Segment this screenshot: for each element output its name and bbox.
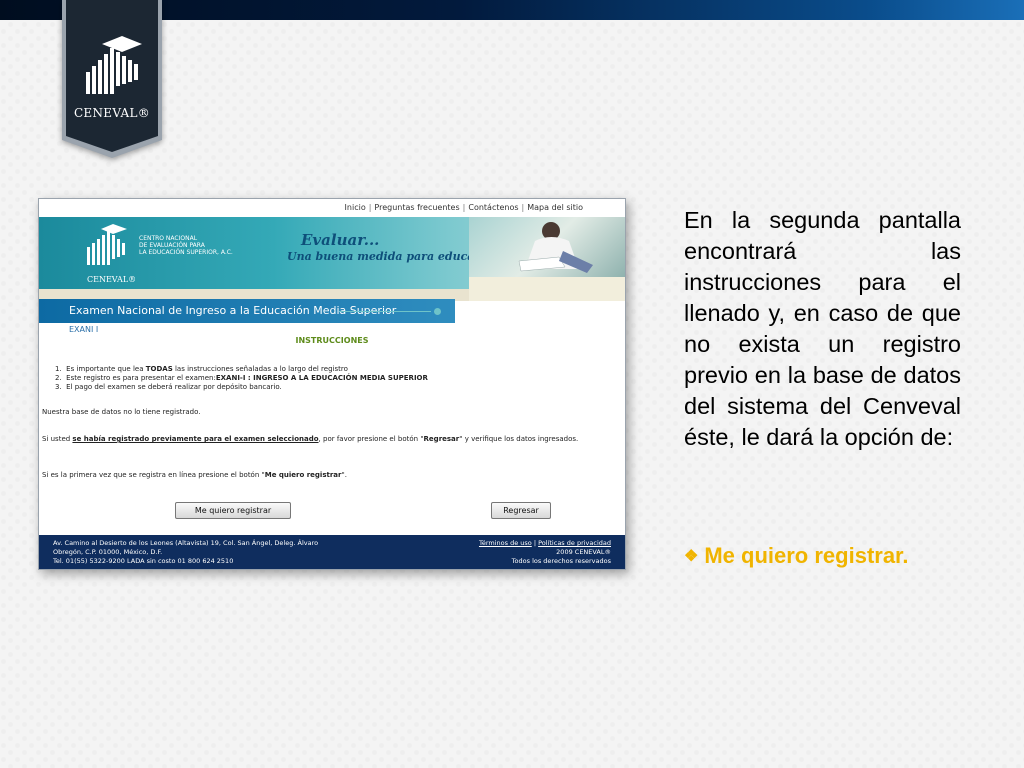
- org-name-line: DE EVALUACIÓN PARA: [139, 242, 205, 249]
- list-item: 2. Este registro es para presentar el ex…: [55, 374, 428, 382]
- nav-separator: |: [368, 203, 372, 212]
- instructions-title: INSTRUCCIONES: [295, 336, 369, 345]
- bullet-item: ❖ Me quiero registrar.: [684, 543, 984, 569]
- not-registered-message: Nuestra base de datos no lo tiene regist…: [42, 408, 201, 416]
- address-line: Obregón, C.P. 01000, México, D.F.: [53, 548, 163, 556]
- nav-link-mapa-del-sitio[interactable]: Mapa del sitio: [527, 203, 583, 212]
- exam-code: EXANI I: [69, 325, 99, 334]
- footer-address: Av. Camino al Desierto de los Leones (Al…: [53, 539, 373, 566]
- banner-photo: [469, 217, 625, 277]
- privacy-link[interactable]: Políticas de privacidad: [538, 539, 611, 547]
- org-name: CENTRO NACIONAL DE EVALUACIÓN PARA LA ED…: [139, 235, 259, 256]
- top-navigation: Inicio | Preguntas frecuentes | Contáctenos |…: [39, 199, 625, 217]
- register-button[interactable]: Me quiero registrar: [175, 502, 291, 519]
- banner-logo-icon: [87, 224, 127, 265]
- terms-link[interactable]: Términos de uso: [479, 539, 532, 547]
- nav-link-inicio[interactable]: Inicio: [345, 203, 366, 212]
- exam-title-bar: Examen Nacional de Ingreso a la Educació…: [39, 299, 455, 323]
- banner-logo-text: CENEVAL®: [87, 275, 137, 284]
- slogan-line-1: Evaluar...: [301, 231, 380, 249]
- ceneval-logo-badge: CENEVAL®: [62, 0, 162, 158]
- badge-shape: [62, 0, 162, 158]
- nav-link-contactenos[interactable]: Contáctenos: [468, 203, 518, 212]
- back-button[interactable]: Regresar: [491, 502, 551, 519]
- site-footer: Av. Camino al Desierto de los Leones (Al…: [39, 535, 625, 569]
- org-name-line: CENTRO NACIONAL: [139, 235, 198, 242]
- slide-body-text: En la segunda pantalla encontrará las in…: [684, 207, 961, 450]
- bar-dot-icon: [434, 308, 441, 315]
- list-item: 3. El pago del examen se deberá realizar…: [55, 383, 282, 391]
- diamond-bullet-icon: ❖: [684, 548, 699, 565]
- address-line: Av. Camino al Desierto de los Leones (Al…: [53, 539, 319, 547]
- logo-wordmark: CENEVAL®: [73, 106, 151, 120]
- footer-links: Términos de uso | Políticas de privacida…: [478, 539, 611, 565]
- nav-link-preguntas-frecuentes[interactable]: Preguntas frecuentes: [374, 203, 459, 212]
- first-time-message: Si es la primera vez que se registra en …: [42, 471, 347, 479]
- address-line: Tel. 01(55) 5322-9200 LADA sin costo 01 …: [53, 557, 234, 565]
- previous-registration-message: Si usted se había registrado previamente…: [42, 435, 579, 443]
- instructions-list: 1. Es importante que lea TODAS las instr…: [55, 365, 615, 392]
- website-screenshot: Inicio | Preguntas frecuentes | Contáctenos |…: [38, 198, 626, 570]
- list-item: 1. Es importante que lea TODAS las instr…: [55, 365, 348, 373]
- rights-reserved: Todos los derechos reservados: [511, 557, 611, 565]
- copyright: 2009 CENEVAL®: [556, 548, 611, 556]
- nav-separator: |: [462, 203, 466, 212]
- bullet-text: Me quiero registrar.: [704, 543, 909, 568]
- nav-separator: |: [521, 203, 525, 212]
- student-image-icon: [518, 222, 593, 273]
- previous-registration-link[interactable]: se había registrado previamente para el …: [72, 435, 318, 443]
- org-name-line: LA EDUCACIÓN SUPERIOR, A.C.: [139, 249, 233, 256]
